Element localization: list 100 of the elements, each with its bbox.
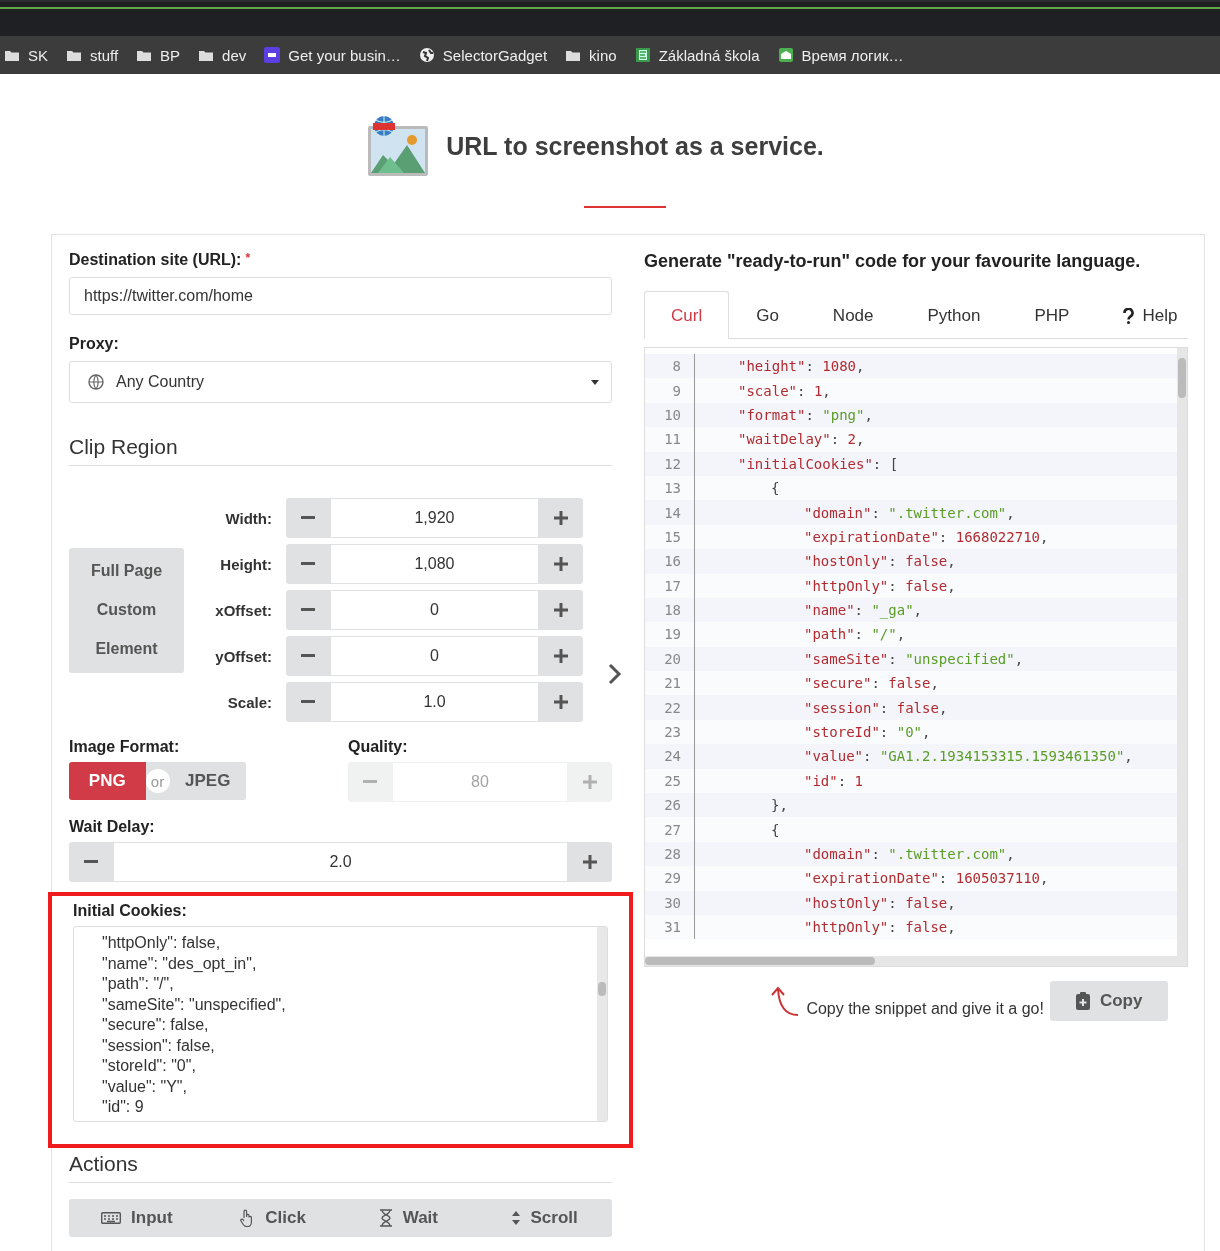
- bookmark[interactable]: dev: [198, 46, 247, 64]
- line-number: 16: [645, 549, 695, 574]
- school-icon: [777, 47, 794, 63]
- number-stepper[interactable]: 1.0: [286, 682, 583, 722]
- keyboard-icon: [101, 1212, 122, 1224]
- hint-text: Copy the snippet and give it a go!: [806, 1000, 1044, 1018]
- mode-button[interactable]: Full Page: [69, 551, 184, 591]
- line-number: 9: [645, 378, 695, 403]
- line-number: 27: [645, 817, 695, 842]
- line-number: 30: [645, 890, 695, 915]
- action-button[interactable]: Click: [204, 1199, 341, 1237]
- copy-button[interactable]: Copy: [1049, 981, 1169, 1021]
- scrollbar-thumb[interactable]: [598, 982, 606, 996]
- bookmark[interactable]: Get your busin…: [264, 46, 401, 64]
- minus-icon: [363, 780, 377, 784]
- field-label: Initial Cookies:: [73, 902, 188, 920]
- number-value: 1,080: [330, 544, 539, 584]
- plus-icon: [554, 511, 568, 525]
- clipboard-icon: [1075, 992, 1090, 1010]
- bookmark[interactable]: SelectorGadget: [418, 46, 548, 64]
- scrollbar-track[interactable]: [645, 956, 1178, 966]
- bookmark[interactable]: Základná škola: [634, 46, 760, 64]
- language-tab[interactable]: PHP: [1007, 291, 1097, 339]
- minus-icon: [301, 608, 315, 612]
- bookmark[interactable]: kino: [565, 46, 617, 64]
- scrollbar-track[interactable]: [597, 927, 607, 1121]
- number-value: 1.0: [330, 682, 539, 722]
- field-label: Wait Delay:: [69, 818, 156, 836]
- globe-icon: [418, 47, 435, 63]
- chevron-right-icon[interactable]: [608, 663, 622, 685]
- scrollbar-thumb[interactable]: [645, 957, 875, 965]
- line-number: 29: [645, 866, 695, 891]
- plus-icon: [583, 775, 597, 789]
- plus-icon: [554, 649, 568, 663]
- field-label: Height:: [219, 555, 272, 573]
- proxy-select[interactable]: Any Country: [69, 361, 612, 403]
- section-title: Actions: [69, 1152, 612, 1183]
- code-line: "session": false,: [803, 699, 948, 716]
- logo-icon: [366, 114, 431, 178]
- code-line: "path": "/",: [803, 626, 906, 643]
- mode-button[interactable]: Custom: [69, 590, 184, 630]
- minus-icon: [301, 700, 315, 704]
- code-line: "sameSite": "unspecified",: [803, 650, 1024, 667]
- line-number: 19: [645, 622, 695, 647]
- action-button[interactable]: Input: [69, 1199, 205, 1237]
- plus-icon: [554, 695, 568, 709]
- bookmark[interactable]: SK: [4, 46, 48, 64]
- number-stepper[interactable]: 0: [286, 636, 583, 676]
- code-line: "hostOnly": false,: [803, 553, 956, 570]
- globe-icon: [88, 374, 104, 390]
- code-line: "id": 1: [803, 772, 863, 789]
- language-tab[interactable]: Go: [729, 291, 806, 339]
- minus-icon: [301, 516, 315, 520]
- plus-icon: [554, 557, 568, 571]
- code-line: "scale": 1,: [737, 382, 831, 399]
- field-label: xOffset:: [214, 601, 272, 619]
- number-stepper[interactable]: 0: [286, 590, 583, 630]
- curved-arrow-icon: [768, 985, 801, 1017]
- code-line: "httpOnly": false,: [803, 919, 956, 936]
- url-input[interactable]: https://twitter.com/home: [69, 277, 612, 315]
- separator-label: or: [145, 769, 170, 793]
- caret-icon: [591, 379, 599, 385]
- number-stepper[interactable]: 1,920: [286, 498, 583, 538]
- code-line: "httpOnly": false,: [803, 577, 956, 594]
- number-stepper[interactable]: 1,080: [286, 544, 583, 584]
- code-line: "expirationDate": 1605037110,: [803, 870, 1049, 887]
- cookies-textarea[interactable]: "httpOnly": false, "name": "des_opt_in", "path": "/", "sameSite": "unspecified", "secure": false, "session": false, "storeId": "0", "value": "Y", "id": 9: [73, 926, 608, 1122]
- plus-icon: [554, 603, 568, 617]
- number-stepper[interactable]: 2.0: [69, 842, 612, 882]
- line-number: 11: [645, 427, 695, 452]
- line-number: 22: [645, 695, 695, 720]
- minus-icon: [301, 654, 315, 658]
- line-number: 31: [645, 915, 695, 940]
- format-option[interactable]: PNG: [69, 762, 146, 800]
- folder-icon: [565, 48, 582, 62]
- action-button[interactable]: Wait: [340, 1199, 477, 1237]
- code-line: "height": 1080,: [737, 358, 865, 375]
- panel-title: Generate "ready-to-run" code for your favourite language.: [644, 251, 1142, 272]
- hourglass-icon: [378, 1209, 393, 1227]
- bookmark[interactable]: stuff: [66, 46, 119, 64]
- code-line: {: [770, 480, 780, 497]
- language-tab[interactable]: Curl: [644, 291, 730, 339]
- bookmark[interactable]: Время логик…: [777, 46, 904, 64]
- language-tab[interactable]: Help: [1096, 291, 1189, 339]
- code-line: "waitDelay": 2,: [737, 431, 865, 448]
- bookmark[interactable]: BP: [136, 46, 181, 64]
- number-value: 80: [392, 762, 568, 802]
- language-tab[interactable]: Node: [805, 291, 901, 339]
- number-value: 0: [330, 590, 539, 630]
- minus-icon: [301, 562, 315, 566]
- section-title: Clip Region: [69, 435, 612, 466]
- code-line: "hostOnly": false,: [803, 894, 956, 911]
- action-button[interactable]: Scroll: [476, 1199, 612, 1237]
- field-label: Destination site (URL): *: [69, 251, 252, 269]
- language-tab[interactable]: Python: [900, 291, 1008, 339]
- scrollbar-track[interactable]: [1177, 348, 1188, 966]
- field-label: Image Format:: [69, 738, 181, 756]
- code-line: "value": "GA1.2.1934153315.1593461350",: [803, 748, 1133, 765]
- mode-button[interactable]: Element: [69, 629, 184, 669]
- scrollbar-thumb[interactable]: [1178, 358, 1187, 398]
